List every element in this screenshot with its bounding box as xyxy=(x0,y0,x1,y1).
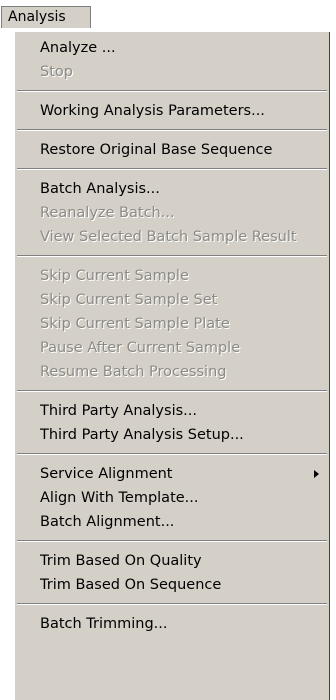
menu-item-third-party-analysis[interactable]: Third Party Analysis... xyxy=(15,399,329,423)
menu-item-skip-current-sample-set: Skip Current Sample Set xyxy=(40,292,218,308)
menu-item-reanalyze-batch: Reanalyze Batch... xyxy=(40,205,175,221)
menu-separator xyxy=(15,597,329,612)
menu-item-working-analysis-parameters[interactable]: Working Analysis Parameters... xyxy=(15,99,329,123)
menu-item-stop: Stop xyxy=(40,64,73,80)
menu-separator xyxy=(15,84,329,99)
menu-separator xyxy=(15,162,329,177)
menu-separator xyxy=(15,384,329,399)
menu-separator xyxy=(15,123,329,138)
menu-separator xyxy=(15,249,329,264)
menu-item-analyze[interactable]: Analyze ... xyxy=(15,36,329,60)
menu-item-skip-current-sample-plate: Skip Current Sample Plate xyxy=(40,316,230,332)
menu-item-restore-original-base-sequence[interactable]: Restore Original Base Sequence xyxy=(15,138,329,162)
menu-item-batch-analysis[interactable]: Batch Analysis... xyxy=(15,177,329,201)
menu-item-batch-alignment[interactable]: Batch Alignment... xyxy=(15,510,329,534)
menu-separator xyxy=(15,534,329,549)
menu-separator xyxy=(15,447,329,462)
analysis-dropdown-menu: Analyze ... Stop Working Analysis Parame… xyxy=(14,32,330,700)
menu-item-align-with-template[interactable]: Align With Template... xyxy=(15,486,329,510)
menu-item-service-alignment[interactable]: Service Alignment xyxy=(15,462,329,486)
menu-analysis[interactable]: Analysis xyxy=(1,6,91,28)
menu-item-view-selected-batch-sample-result: View Selected Batch Sample Result xyxy=(40,229,297,245)
submenu-arrow-icon xyxy=(314,470,319,478)
menu-item-resume-batch-processing: Resume Batch Processing xyxy=(40,364,227,380)
menu-item-third-party-analysis-setup[interactable]: Third Party Analysis Setup... xyxy=(15,423,329,447)
menu-bar: Analysis xyxy=(0,0,336,32)
menu-item-batch-trimming[interactable]: Batch Trimming... xyxy=(15,612,329,636)
menu-item-trim-based-on-sequence[interactable]: Trim Based On Sequence xyxy=(15,573,329,597)
menu-item-trim-based-on-quality[interactable]: Trim Based On Quality xyxy=(15,549,329,573)
menu-item-skip-current-sample: Skip Current Sample xyxy=(40,268,189,284)
menu-item-service-alignment-label: Service Alignment xyxy=(40,466,173,482)
menu-item-pause-after-current-sample: Pause After Current Sample xyxy=(40,340,241,356)
